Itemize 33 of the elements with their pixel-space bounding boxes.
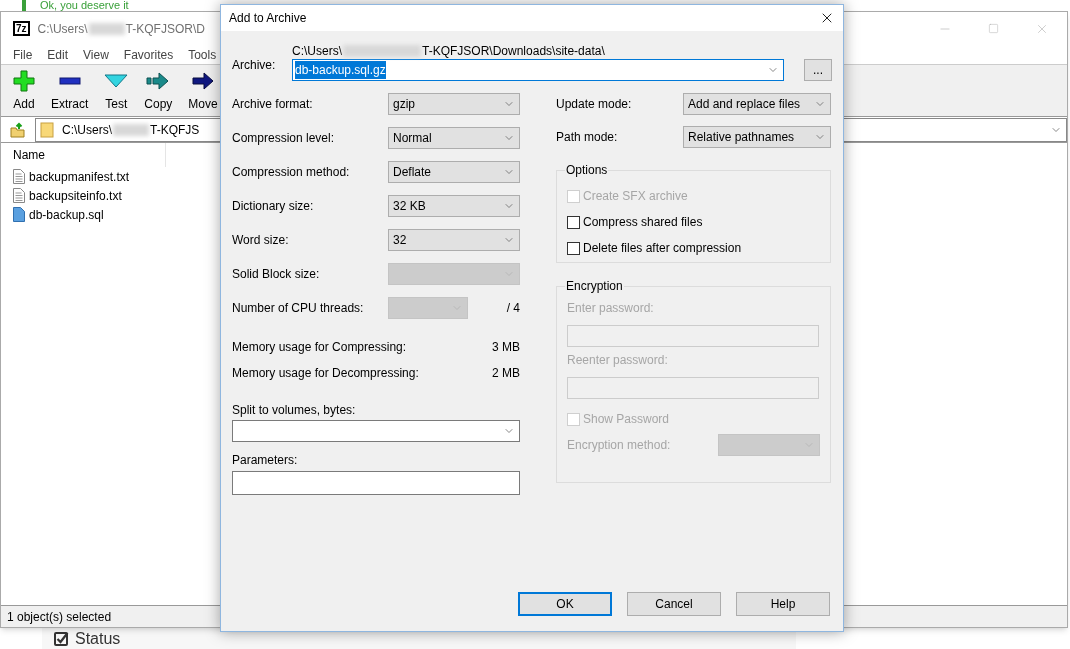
window-title: Add to Archive — [229, 10, 307, 27]
thread-count: / 4 — [506, 300, 520, 317]
info-label: Memory usage for Decompressing: — [232, 365, 419, 382]
status-text: 1 object(s) selected — [7, 608, 112, 626]
status-label: Status — [75, 628, 121, 649]
message-text: Ok, you deserve it — [40, 0, 129, 11]
field-label: Compression level: — [232, 130, 336, 147]
field-label: Path mode: — [556, 128, 619, 146]
field-label: Number of CPU threads: — [232, 300, 365, 317]
info-value: 2 MB — [492, 365, 520, 382]
group-title: Encryption — [565, 278, 624, 295]
field-label: Encryption method: — [567, 437, 671, 454]
field-label: Word size: — [232, 232, 290, 249]
field-label: Reenter password: — [567, 352, 669, 369]
checkbox-label: Create SFX archive — [583, 188, 688, 205]
field-label: Update mode: — [556, 95, 633, 113]
field-label: Archive format: — [232, 96, 314, 113]
checkbox-label: Compress shared files — [583, 214, 703, 231]
checkbox-label: Delete files after compression — [583, 240, 742, 257]
field-label: Split to volumes, bytes: — [232, 402, 357, 417]
archive-path: C:\Users\ T-KQFJSOR\Downloads\site-data\ — [292, 43, 606, 59]
field-label: Enter password: — [567, 300, 655, 317]
field-label: Compression method: — [232, 164, 351, 181]
field-label: Archive: — [232, 57, 277, 74]
info-value: 3 MB — [492, 339, 520, 356]
group-title: Options — [565, 162, 609, 179]
field-label: Parameters: — [232, 452, 299, 467]
field-label: Solid Block size: — [232, 266, 321, 283]
field-label: Dictionary size: — [232, 198, 315, 215]
checkbox-label: Show Password — [583, 411, 670, 428]
app-logo: 7z — [13, 21, 30, 36]
window-title: C:\Users\ T-KQFJSOR\D — [37, 20, 205, 38]
info-label: Memory usage for Compressing: — [232, 339, 407, 356]
